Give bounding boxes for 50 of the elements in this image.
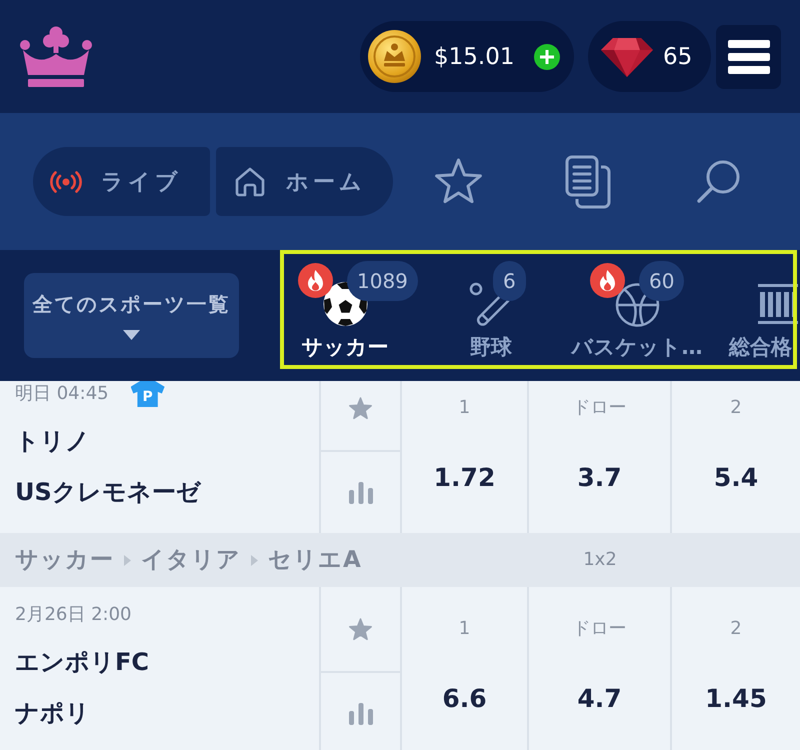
team-name: ナポリ [15,698,90,728]
outcome-label: 2 [730,397,742,419]
fence-icon [758,282,798,326]
gem-icon [600,36,654,78]
odds-button[interactable]: 4.7 [577,685,622,713]
star-icon[interactable] [348,396,373,420]
chevron-icon [124,554,131,566]
menu-icon [728,40,770,74]
balance-amount: $15.01 [434,42,514,72]
add-funds-button[interactable] [534,44,560,70]
jersey-tag: P [130,381,165,407]
gem-count: 65 [663,42,692,72]
documents-icon[interactable] [565,154,611,208]
team-name: USクレモネーゼ [15,477,201,507]
all-sports-button[interactable]: 全てのスポーツ一覧 [24,273,239,358]
outcome-label: 1 [458,397,470,419]
event-count: 1089 [347,261,418,301]
odds-button[interactable]: 1.72 [434,464,496,492]
star-icon[interactable] [432,158,484,205]
chevron-icon [251,554,258,566]
outcome-label: ドロー [572,618,626,640]
sport-tab[interactable]: 総合格 [729,335,792,359]
event-count: 6 [493,261,526,301]
market-label: 1x2 [583,549,617,571]
star-icon[interactable] [348,618,373,640]
caret-icon [123,330,140,340]
match-time: 明日 04:45 [15,383,109,405]
nav-tab[interactable]: ホーム [216,147,393,216]
odds-button[interactable]: 5.4 [714,464,758,492]
outcome-label: 1 [458,618,470,640]
odds-button[interactable]: 6.6 [442,685,487,713]
sport-tab[interactable]: サッカー [302,335,388,359]
team-name: トリノ [15,426,90,456]
nav-tab[interactable]: ライブ [33,147,210,216]
menu-button[interactable] [716,24,781,88]
search-icon[interactable] [696,159,740,204]
outcome-label: 2 [730,618,742,640]
coin-icon [368,30,421,83]
home-icon [233,166,267,198]
broadcast-icon [50,170,82,192]
match-time: 2月26日 2:00 [15,604,132,626]
crown-logo[interactable] [19,25,93,88]
sport-tab[interactable]: バスケット… [572,335,702,359]
plus-icon [540,50,554,64]
odds-button[interactable]: 1.45 [705,685,767,713]
team-name: エンポリFC [15,647,150,677]
sport-tab[interactable]: 野球 [470,335,512,359]
event-count: 60 [639,261,684,301]
outcome-label: ドロー [572,397,626,419]
odds-button[interactable]: 3.7 [577,464,622,492]
